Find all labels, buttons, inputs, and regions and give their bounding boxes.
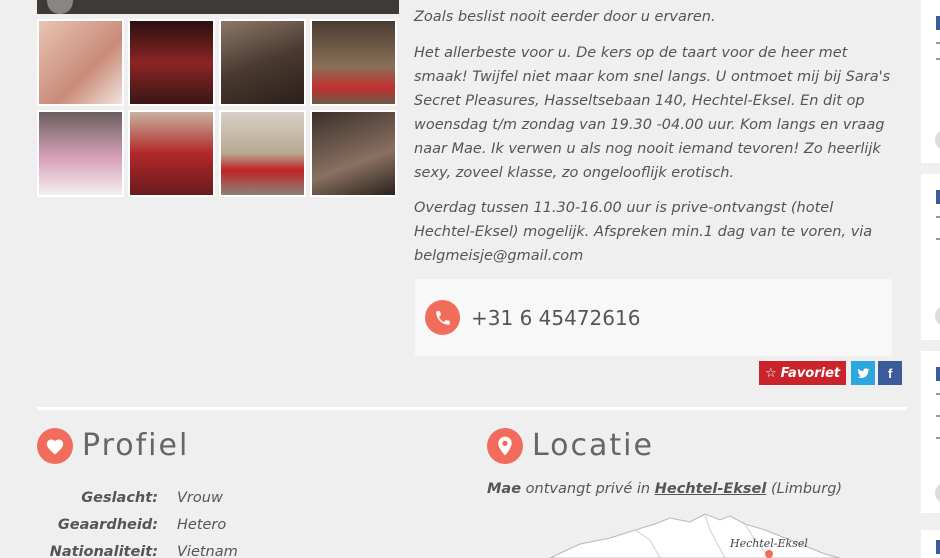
sidebar-card[interactable]	[921, 0, 940, 163]
gallery-thumb[interactable]	[310, 110, 397, 197]
favorite-label: Favoriet	[780, 365, 841, 381]
sidebar-card[interactable]	[921, 174, 940, 340]
gallery-thumb[interactable]	[128, 19, 215, 106]
sidebar-card-avatar	[935, 483, 940, 503]
facebook-share-button[interactable]: f	[878, 361, 903, 385]
profile-row: Nationaliteit: Vietnam	[37, 538, 337, 558]
profile-label: Geslacht:	[81, 489, 158, 506]
gallery-thumb[interactable]	[310, 19, 397, 106]
avatar	[47, 0, 73, 14]
sidebar-card[interactable]	[921, 351, 940, 513]
gallery-thumb[interactable]	[219, 110, 306, 197]
gallery-thumb[interactable]	[128, 110, 215, 197]
action-buttons: ☆ Favoriet f	[759, 361, 903, 385]
location-name: Mae	[487, 481, 522, 497]
phone-icon	[425, 300, 460, 335]
location-text: Mae ontvangt privé in Hechtel-Eksel (Lim…	[487, 481, 842, 497]
contact-box: +31 6 45472616	[415, 279, 892, 356]
section-divider	[37, 407, 907, 410]
sidebar-card-title	[936, 16, 940, 30]
sidebar-card-title	[936, 190, 940, 204]
profile-label: Nationaliteit:	[49, 543, 158, 558]
twitter-icon	[857, 367, 870, 378]
description-paragraph: Overdag tussen 11.30-16.00 uur is prive-…	[414, 200, 873, 264]
gallery-thumb[interactable]	[37, 110, 124, 197]
description-paragraph: Zoals beslist nooit eerder door u ervare…	[414, 9, 716, 25]
photo-gallery	[37, 19, 401, 197]
gallery-thumb[interactable]	[219, 19, 306, 106]
profile-row: Geaardheid: Hetero	[37, 511, 337, 538]
profile-heading: Profiel	[82, 428, 190, 463]
twitter-share-button[interactable]	[851, 361, 876, 385]
favorite-button[interactable]: ☆ Favoriet	[759, 361, 847, 385]
profile-row: Geslacht: Vrouw	[37, 484, 337, 511]
map-marker	[765, 550, 773, 558]
gallery-thumb[interactable]	[37, 19, 124, 106]
sidebar-card-title	[936, 367, 940, 381]
sidebar-card-title	[936, 540, 940, 554]
sidebar-card-avatar	[935, 306, 940, 326]
heart-icon	[37, 428, 73, 464]
profile-value: Hetero	[177, 516, 227, 533]
map-pin-icon	[487, 428, 523, 464]
location-city-link[interactable]: Hechtel-Eksel	[655, 481, 767, 497]
phone-number[interactable]: +31 6 45472616	[471, 306, 640, 330]
sidebar-card-avatar	[935, 130, 940, 150]
facebook-icon: f	[887, 365, 893, 381]
description-paragraph: Het allerbeste voor u. De kers op de taa…	[414, 45, 891, 181]
profile-value: Vrouw	[177, 489, 223, 506]
profile-label: Geaardheid:	[57, 516, 158, 533]
location-map	[549, 513, 840, 558]
location-heading: Locatie	[532, 428, 654, 463]
star-icon: ☆	[765, 365, 777, 381]
profile-table: Geslacht: Vrouw Geaardheid: Hetero Natio…	[37, 484, 337, 558]
video-strip	[37, 0, 399, 14]
map-label: Hechtel-Eksel	[730, 537, 808, 550]
location-text-mid: ontvangt privé in	[521, 481, 655, 497]
profile-value: Vietnam	[177, 543, 238, 558]
location-region: (Limburg)	[766, 481, 843, 497]
sidebar-card[interactable]	[921, 530, 940, 558]
